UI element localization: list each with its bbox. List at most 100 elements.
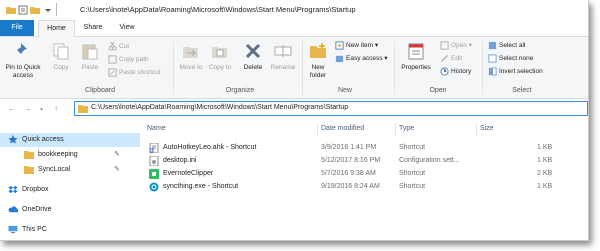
copy-to-icon: [212, 47, 227, 58]
file-row[interactable]: EvernoteClipper 5/7/2016 9:38 AM Shortcu…: [141, 168, 588, 180]
column-header-size[interactable]: Size: [480, 125, 494, 132]
file-date: 5/7/2016 9:38 AM: [321, 170, 376, 177]
rename-label: Rename: [270, 64, 296, 71]
edit-label: Edit: [451, 55, 463, 63]
open-icon: [440, 41, 449, 50]
address-bar[interactable]: C:\Users\lnote\AppData\Roaming\Microsoft…: [74, 101, 588, 116]
title-bar: C:\Users\lnote\AppData\Roaming\Microsoft…: [0, 0, 588, 20]
nav-item-onedrive[interactable]: OneDrive: [0, 203, 140, 217]
pin-to-quick-access-button[interactable]: Pin to Quick access: [4, 41, 42, 79]
copy-button[interactable]: Copy: [48, 41, 74, 72]
nav-item-label: This PC: [22, 226, 47, 233]
file-type: Shortcut: [399, 183, 426, 190]
folder-icon: [24, 166, 34, 174]
select-all-button[interactable]: Select all: [488, 41, 525, 51]
nav-item-synclocal[interactable]: SyncLocal ✎: [0, 163, 140, 177]
nav-item-quick-access[interactable]: Quick access: [0, 133, 140, 147]
chevron-down-icon: ▾: [466, 42, 472, 50]
file-name: EvernoteClipper: [163, 170, 214, 177]
column-header-type[interactable]: Type: [399, 125, 414, 132]
select-all-icon: [488, 41, 497, 50]
file-row[interactable]: syncthing.exe - Shortcut 9/19/2016 8:24 …: [141, 181, 588, 193]
customize-toolbar-icon[interactable]: [43, 5, 53, 15]
star-icon: [8, 135, 18, 144]
pin-label: Pin to Quick access: [5, 64, 41, 79]
ribbon-separator: [482, 41, 483, 95]
nav-item-label: bookkeeping: [38, 151, 78, 158]
cut-label: Cut: [119, 43, 130, 51]
cut-button[interactable]: Cut: [108, 42, 129, 52]
forward-arrow-icon[interactable]: →: [24, 104, 32, 113]
file-list: Name Date modified Type Size AutoHotkeyL…: [141, 119, 588, 240]
column-divider[interactable]: [317, 123, 318, 135]
invert-selection-label: Invert selection: [499, 68, 543, 76]
properties-quick-icon[interactable]: [18, 5, 28, 15]
file-name: desktop.ini: [163, 157, 197, 164]
back-arrow-icon[interactable]: ←: [8, 104, 16, 113]
copy-path-button[interactable]: Copy path: [108, 55, 149, 65]
explorer-window: C:\Users\lnote\AppData\Roaming\Microsoft…: [0, 0, 589, 241]
move-to-button[interactable]: Move to: [177, 41, 205, 72]
tab-file[interactable]: File: [0, 20, 34, 36]
syncthing-icon: [149, 182, 159, 192]
clipboard-group-label: Clipboard: [85, 87, 115, 94]
file-name: syncthing.exe - Shortcut: [163, 183, 239, 190]
up-arrow-icon[interactable]: ↑: [54, 104, 58, 113]
copy-icon: [53, 43, 69, 60]
file-row[interactable]: desktop.ini 5/12/2017 8:16 PM Configurat…: [141, 155, 588, 167]
invert-selection-icon: [488, 67, 497, 76]
column-divider[interactable]: [476, 123, 477, 135]
select-none-button[interactable]: Select none: [488, 54, 533, 64]
nav-item-bookkeeping[interactable]: bookkeeping ✎: [0, 148, 140, 162]
select-none-icon: [488, 54, 497, 63]
shortcut-script-icon: [149, 143, 159, 153]
column-header-name[interactable]: Name: [147, 125, 166, 132]
navigation-pane: Quick access bookkeeping ✎ SyncLocal ✎ D…: [0, 119, 140, 240]
new-folder-quick-icon[interactable]: [30, 5, 40, 15]
tab-home[interactable]: Home: [38, 20, 75, 37]
paste-shortcut-button[interactable]: Paste shortcut: [108, 68, 161, 78]
delete-x-icon: [245, 43, 261, 59]
delete-button[interactable]: Delete: [238, 41, 268, 72]
file-size: 1 KB: [537, 183, 553, 190]
new-folder-button[interactable]: New folder: [305, 41, 331, 79]
file-type: Configuration sett...: [399, 157, 460, 164]
file-date: 5/12/2017 8:16 PM: [321, 157, 381, 164]
invert-selection-button[interactable]: Invert selection: [488, 67, 543, 77]
properties-icon: [408, 43, 424, 60]
ribbon: Pin to Quick access Copy Paste Cut Copy …: [0, 37, 588, 99]
ribbon-separator: [173, 41, 174, 95]
open-label: Open: [451, 42, 467, 50]
rename-icon: [274, 45, 292, 57]
nav-item-dropbox[interactable]: Dropbox: [0, 183, 140, 197]
copy-path-icon: [108, 55, 117, 64]
history-button[interactable]: History: [440, 67, 471, 77]
open-button[interactable]: Open ▾: [440, 41, 472, 51]
move-to-label: Move to: [179, 64, 203, 71]
paste-shortcut-icon: [108, 68, 117, 77]
copy-label: Copy: [53, 64, 69, 71]
delete-label: Delete: [243, 64, 263, 71]
recent-locations-chevron-icon[interactable]: ▾: [40, 106, 43, 113]
tab-share[interactable]: Share: [78, 20, 108, 36]
paste-shortcut-label: Paste shortcut: [119, 69, 161, 77]
pin-icon: ✎: [114, 166, 120, 173]
easy-access-icon: [335, 55, 344, 63]
rename-button[interactable]: Rename: [268, 41, 298, 72]
evernote-icon: [149, 169, 159, 179]
copy-to-button[interactable]: Copy to: [206, 41, 234, 72]
new-item-icon: [335, 41, 344, 50]
paste-button[interactable]: Paste: [77, 41, 103, 72]
file-row[interactable]: AutoHotkeyLeo.ahk - Shortcut 3/9/2016 1:…: [141, 142, 588, 154]
computer-icon: [8, 225, 18, 234]
column-divider[interactable]: [395, 123, 396, 135]
edit-button[interactable]: Edit: [440, 54, 462, 64]
new-item-button[interactable]: New item ▾: [335, 41, 378, 51]
column-header-date[interactable]: Date modified: [321, 125, 364, 132]
nav-item-this-pc[interactable]: This PC: [0, 223, 140, 237]
properties-button[interactable]: Properties: [398, 41, 434, 72]
tab-view[interactable]: View: [112, 20, 142, 36]
new-item-label: New item: [346, 42, 374, 50]
title-separator: [56, 3, 57, 16]
easy-access-button[interactable]: Easy access ▾: [335, 54, 388, 64]
